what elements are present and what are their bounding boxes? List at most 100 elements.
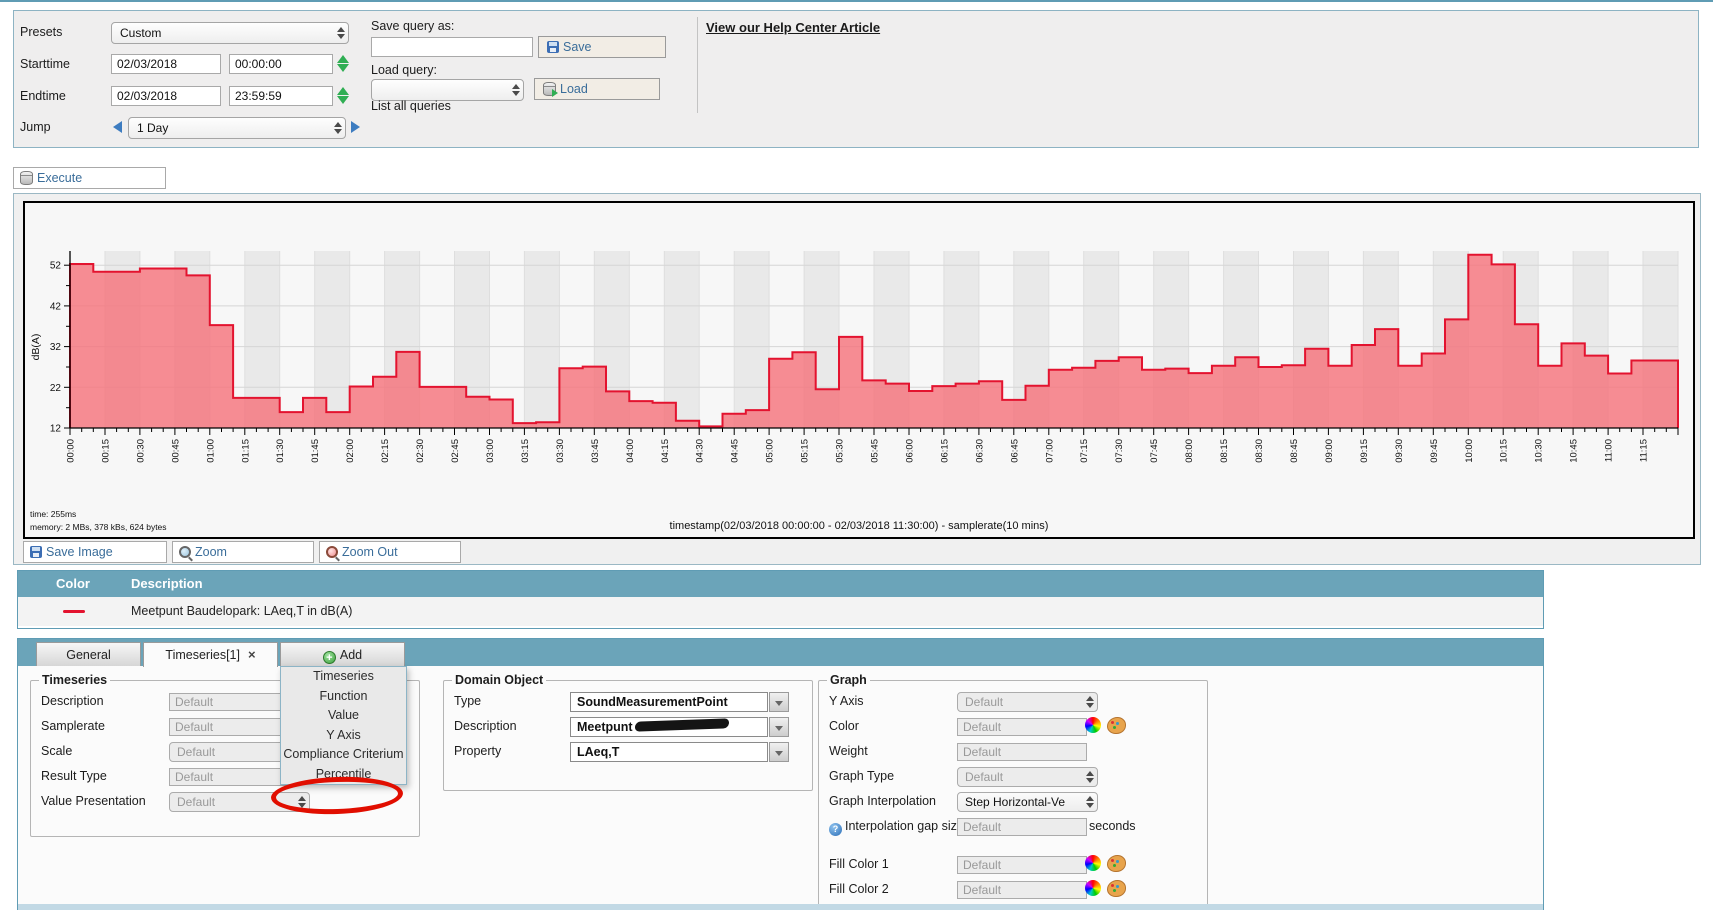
help-center-link[interactable]: View our Help Center Article [706, 20, 880, 35]
load-query-select[interactable] [371, 79, 524, 101]
field-interpolation-gap-size-suffix: seconds [1089, 819, 1136, 833]
field-weight-input[interactable]: Default [957, 743, 1087, 761]
paint-palette-icon[interactable] [1107, 855, 1126, 872]
svg-text:01:00: 01:00 [205, 439, 216, 463]
load-button[interactable]: Load [534, 78, 660, 100]
field-color-input[interactable]: Default [957, 718, 1087, 736]
app-root: Presets Starttime Endtime Jump Custom 02… [0, 0, 1713, 910]
start-time-spinner-icon[interactable] [337, 55, 350, 72]
field-scale-label: Scale [41, 744, 72, 760]
menu-item-function[interactable]: Function [281, 687, 406, 707]
up-down-stepper-icon [298, 796, 305, 808]
start-time-input[interactable]: 00:00:00 [229, 54, 333, 74]
field-fill-color-1-input[interactable]: Default [957, 856, 1087, 874]
legend-header: Color Description [18, 571, 1543, 597]
field-row-value-presentation: Value Presentation Default [39, 791, 411, 816]
down-triangle-icon[interactable] [769, 742, 789, 762]
presets-select[interactable]: Custom [111, 22, 349, 44]
legend-header-description: Description [131, 571, 203, 597]
svg-text:08:00: 08:00 [1184, 439, 1195, 463]
down-triangle-icon[interactable] [769, 692, 789, 712]
legend-row-description: Meetpunt Baudelopark: LAeq,T in dB(A) [131, 597, 352, 626]
start-date-input[interactable]: 02/03/2018 [111, 54, 221, 74]
field-result-type-label: Result Type [41, 769, 107, 785]
up-down-stepper-icon [1086, 796, 1093, 808]
field-value-presentation-select[interactable]: Default [169, 792, 310, 812]
presets-value: Custom [120, 26, 161, 40]
tab-timeseries[interactable]: Timeseries[1] × [143, 642, 278, 667]
field-type-combo[interactable]: SoundMeasurementPoint [570, 692, 768, 712]
field-graph-interpolation-select[interactable]: Step Horizontal-Ve [957, 792, 1098, 812]
zoom-out-button[interactable]: Zoom Out [319, 541, 461, 563]
field-row-type: TypeSoundMeasurementPoint [452, 691, 804, 716]
tab-general[interactable]: General [36, 642, 141, 666]
rainbow-color-wheel-icon[interactable] [1085, 855, 1101, 871]
tab-add[interactable]: +Add [280, 642, 405, 666]
svg-text:02:15: 02:15 [380, 439, 391, 463]
svg-text:04:00: 04:00 [625, 439, 636, 463]
field-fill-color-2-label: Fill Color 2 [829, 882, 889, 898]
field-property-label: Property [454, 744, 501, 760]
save-query-input[interactable] [371, 37, 533, 57]
field-graph-interpolation-label: Graph Interpolation [829, 794, 936, 810]
chart-plot-area[interactable]: 1222324252dB(A)00:0000:1500:3000:4501:00… [23, 201, 1695, 539]
save-image-label: Save Image [46, 545, 113, 559]
rainbow-color-wheel-icon[interactable] [1085, 717, 1101, 733]
field-interpolation-gap-size-label: ?Interpolation gap size [829, 819, 964, 836]
field-description-label: Description [41, 694, 104, 710]
svg-text:02:45: 02:45 [450, 439, 461, 463]
jump-select[interactable]: 1 Day [128, 117, 346, 139]
field-graph-interpolation-value: Step Horizontal-Ve [965, 795, 1065, 809]
select-stepper-icon [512, 84, 519, 96]
menu-item-compliance-criterium[interactable]: Compliance Criterium [281, 745, 406, 765]
zoom-button[interactable]: Zoom [172, 541, 314, 563]
x-close-icon[interactable]: × [248, 643, 256, 667]
tab-timeseries-label: Timeseries[1] [165, 648, 240, 662]
menu-item-percentile[interactable]: Percentile [281, 765, 406, 785]
jump-prev-icon[interactable] [113, 121, 122, 133]
floppy-disk-icon [30, 546, 42, 558]
magnifier-icon [179, 546, 191, 558]
field-property-combo[interactable]: LAeq,T [570, 742, 768, 762]
down-triangle-icon[interactable] [769, 717, 789, 737]
field-y-axis-select[interactable]: Default [957, 692, 1098, 712]
end-time-input[interactable]: 23:59:59 [229, 86, 333, 106]
save-query-label: Save query as: [371, 19, 454, 33]
save-button[interactable]: Save [538, 36, 666, 58]
legend-header-color: Color [56, 571, 90, 597]
field-value-presentation-value: Default [177, 795, 215, 809]
tab-bar: General Timeseries[1] × +Add [18, 639, 1543, 666]
field-row-color: ColorDefault [827, 716, 1199, 741]
svg-text:22: 22 [50, 383, 62, 394]
svg-text:02:30: 02:30 [415, 439, 426, 463]
domain-object-fields: TypeSoundMeasurementPointDescriptionMeet… [452, 691, 804, 766]
paint-palette-icon[interactable] [1107, 717, 1126, 734]
svg-text:10:45: 10:45 [1569, 439, 1580, 463]
list-all-queries-link[interactable]: List all queries [371, 99, 451, 113]
svg-text:09:45: 09:45 [1429, 439, 1440, 463]
field-fill-color-2-input[interactable]: Default [957, 881, 1087, 899]
field-interpolation-gap-size-input[interactable]: Default [957, 818, 1087, 836]
graph-fields: Y AxisDefaultColorDefaultWeightDefaultGr… [827, 691, 1199, 904]
menu-item-y-axis[interactable]: Y Axis [281, 726, 406, 746]
save-image-button[interactable]: Save Image [23, 541, 167, 563]
field-value-presentation-label: Value Presentation [41, 794, 146, 810]
jump-next-icon[interactable] [351, 121, 360, 133]
menu-item-value[interactable]: Value [281, 706, 406, 726]
execute-button[interactable]: Execute [13, 167, 166, 189]
domain-object-fieldset: Domain Object TypeSoundMeasurementPointD… [443, 673, 813, 791]
end-time-spinner-icon[interactable] [337, 87, 350, 104]
svg-text:06:45: 06:45 [1009, 439, 1020, 463]
paint-palette-icon[interactable] [1107, 880, 1126, 897]
field-graph-type-select[interactable]: Default [957, 767, 1098, 787]
svg-text:03:30: 03:30 [555, 439, 566, 463]
field-row-description: DescriptionMeetpunt [452, 716, 804, 741]
field-weight-label: Weight [829, 744, 868, 760]
end-date-input[interactable]: 02/03/2018 [111, 86, 221, 106]
field-description-combo[interactable]: Meetpunt [570, 717, 768, 737]
blue-question-circle-icon[interactable]: ? [829, 823, 842, 836]
rainbow-color-wheel-icon[interactable] [1085, 880, 1101, 896]
menu-item-timeseries[interactable]: Timeseries [281, 667, 406, 687]
legend-table: Color Description Meetpunt Baudelopark: … [17, 570, 1544, 629]
svg-text:02:00: 02:00 [345, 439, 356, 463]
